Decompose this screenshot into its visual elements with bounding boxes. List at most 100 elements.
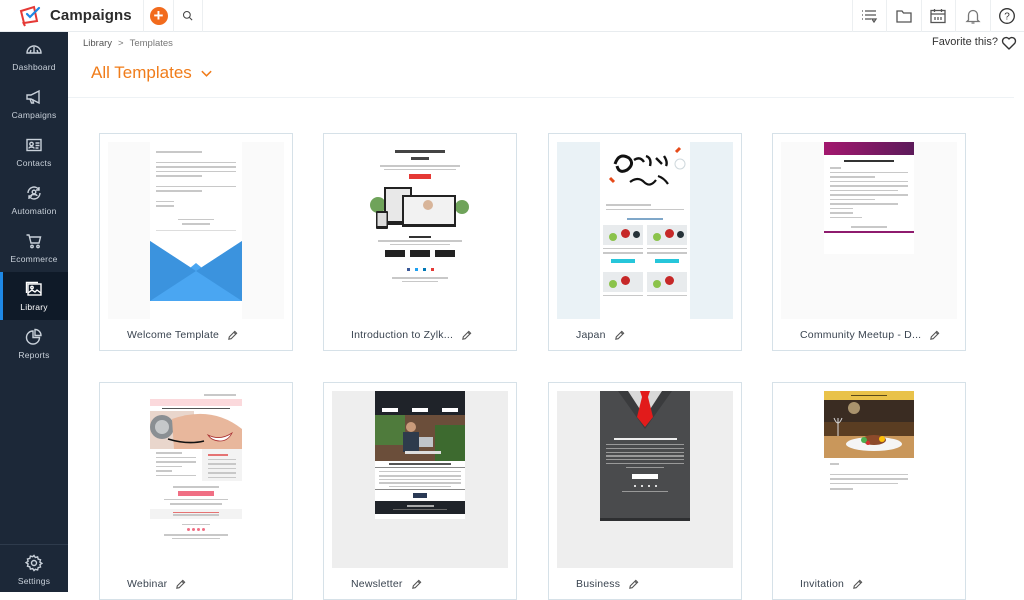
automation-icon	[25, 184, 43, 202]
brand[interactable]: Campaigns	[0, 0, 143, 32]
sidebar-item-label: Ecommerce	[10, 254, 57, 264]
template-name-text: Japan	[576, 329, 606, 341]
template-card-webinar[interactable]: Webinar	[99, 382, 293, 600]
cart-icon	[25, 232, 43, 250]
template-name-text: Business	[576, 578, 620, 590]
help-icon: ?	[998, 7, 1016, 25]
template-name[interactable]: Webinar	[127, 578, 186, 590]
sidebar-item-label: Library	[20, 302, 47, 312]
folder-button[interactable]	[886, 0, 921, 32]
sidebar-item-label: Settings	[18, 576, 50, 586]
template-thumbnail[interactable]	[557, 142, 733, 319]
calendar-icon	[929, 7, 947, 25]
top-header: Campaigns +	[0, 0, 1024, 32]
title-row: All Templates	[68, 54, 1014, 98]
help-button[interactable]: ?	[990, 0, 1024, 32]
gauge-icon	[25, 40, 43, 58]
list-filter-button[interactable]	[852, 0, 887, 32]
sidebar-item-ecommerce[interactable]: Ecommerce	[0, 224, 68, 272]
template-name[interactable]: Introduction to Zylk...	[351, 329, 472, 341]
template-thumbnail[interactable]	[108, 391, 284, 568]
template-card-introduction[interactable]: Introduction to Zylk...	[323, 133, 517, 351]
megaphone-icon	[25, 88, 43, 106]
sidebar-item-contacts[interactable]: Contacts	[0, 128, 68, 176]
calendar-button[interactable]	[921, 0, 956, 32]
template-name[interactable]: Business	[576, 578, 639, 590]
template-card-business[interactable]: Business	[548, 382, 742, 600]
chevron-down-icon	[200, 67, 213, 80]
sidebar-item-label: Campaigns	[12, 110, 57, 120]
sidebar: Dashboard Campaigns Contacts Automation …	[0, 32, 68, 592]
sidebar-item-label: Reports	[18, 350, 49, 360]
template-card-community-meetup[interactable]: Community Meetup - D...	[772, 133, 966, 351]
sidebar-item-dashboard[interactable]: Dashboard	[0, 32, 68, 80]
notifications-button[interactable]	[955, 0, 990, 32]
all-templates-dropdown[interactable]: All Templates	[91, 63, 213, 83]
template-name-text: Community Meetup - D...	[800, 329, 921, 341]
bell-icon	[964, 7, 982, 25]
template-thumbnail[interactable]	[781, 142, 957, 319]
breadcrumb-library[interactable]: Library	[83, 38, 112, 49]
sidebar-item-campaigns[interactable]: Campaigns	[0, 80, 68, 128]
heart-icon[interactable]	[1001, 35, 1017, 51]
template-card-japan[interactable]: Japan	[548, 133, 742, 351]
sidebar-item-automation[interactable]: Automation	[0, 176, 68, 224]
contact-card-icon	[25, 136, 43, 154]
pencil-icon[interactable]	[852, 579, 863, 590]
devices-image	[370, 183, 470, 231]
template-thumbnail[interactable]	[781, 391, 957, 568]
plus-circle-icon: +	[150, 7, 168, 25]
pencil-icon[interactable]	[461, 330, 472, 341]
template-card-newsletter[interactable]: Newsletter	[323, 382, 517, 600]
gear-icon	[25, 554, 43, 572]
folder-icon	[895, 7, 913, 25]
template-card-invitation[interactable]: Invitation	[772, 382, 966, 600]
pencil-icon[interactable]	[175, 579, 186, 590]
breadcrumb: Library > Templates Favorite this?	[68, 32, 1024, 54]
favorite-label: Favorite this?	[932, 36, 998, 48]
sidebar-item-library[interactable]: Library	[0, 272, 68, 320]
template-name-text: Invitation	[800, 578, 844, 590]
template-name[interactable]: Japan	[576, 329, 625, 341]
campaigns-logo-icon	[18, 5, 42, 27]
sidebar-item-label: Dashboard	[12, 62, 55, 72]
pencil-icon[interactable]	[614, 330, 625, 341]
template-name-text: Welcome Template	[127, 329, 219, 341]
workspace-photo	[375, 415, 465, 461]
pencil-icon[interactable]	[411, 579, 422, 590]
envelope-image	[150, 241, 242, 301]
app-name: Campaigns	[50, 7, 132, 24]
template-thumbnail[interactable]	[108, 142, 284, 319]
template-name[interactable]: Welcome Template	[127, 329, 238, 341]
add-button[interactable]: +	[143, 0, 173, 32]
template-thumbnail[interactable]	[332, 391, 508, 568]
pencil-icon[interactable]	[628, 579, 639, 590]
sidebar-item-reports[interactable]: Reports	[0, 320, 68, 368]
template-thumbnail[interactable]	[557, 391, 733, 568]
template-card-welcome[interactable]: Welcome Template	[99, 133, 293, 351]
calligraphy-header-image	[600, 142, 690, 198]
template-name[interactable]: Newsletter	[351, 578, 422, 590]
search-icon	[182, 10, 194, 22]
sidebar-divider	[0, 544, 68, 545]
sidebar-item-settings[interactable]: Settings	[0, 546, 68, 594]
pencil-icon[interactable]	[227, 330, 238, 341]
template-name[interactable]: Community Meetup - D...	[800, 329, 940, 341]
sidebar-item-label: Automation	[12, 206, 57, 216]
image-library-icon	[25, 280, 43, 298]
page-title: All Templates	[91, 63, 192, 83]
template-name-text: Newsletter	[351, 578, 403, 590]
dinner-plate-image	[824, 400, 914, 458]
breadcrumb-separator: >	[118, 38, 124, 49]
sidebar-item-label: Contacts	[16, 158, 51, 168]
suit-tie-image	[600, 391, 690, 433]
template-name[interactable]: Invitation	[800, 578, 863, 590]
breadcrumb-templates: Templates	[130, 38, 173, 49]
search-button[interactable]	[173, 0, 203, 32]
pencil-icon[interactable]	[929, 330, 940, 341]
template-name-text: Webinar	[127, 578, 167, 590]
template-thumbnail[interactable]	[332, 142, 508, 319]
template-name-text: Introduction to Zylk...	[351, 329, 453, 341]
list-filter-icon	[860, 7, 878, 25]
svg-text:?: ?	[1004, 12, 1010, 23]
